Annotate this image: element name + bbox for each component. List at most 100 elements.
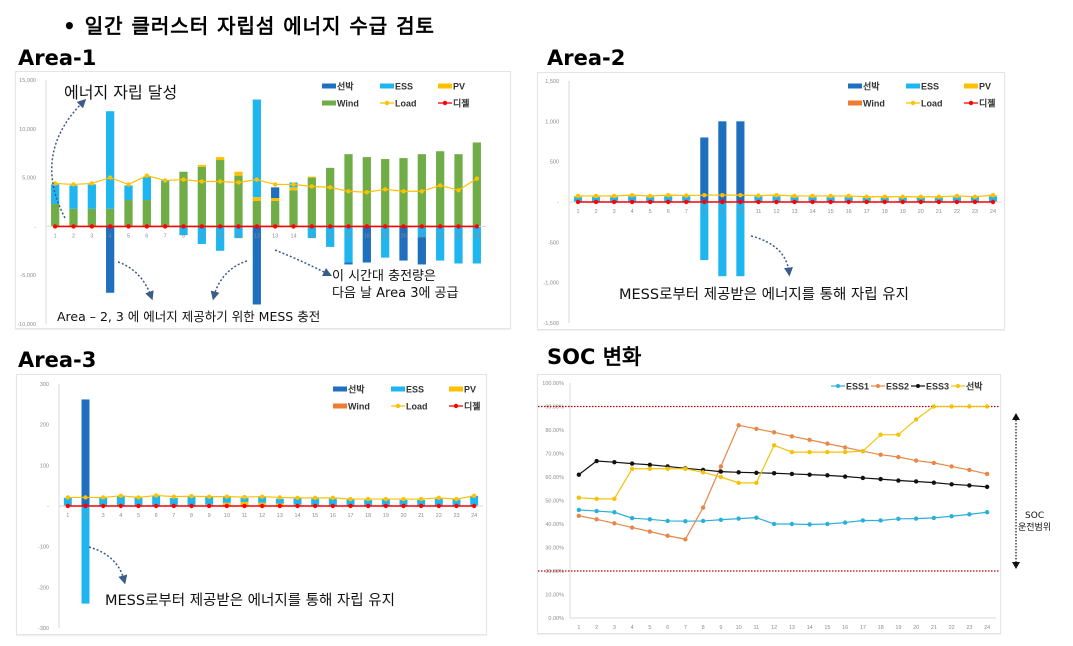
point-ESS2-1 (576, 513, 582, 518)
point-ESS1-5 (647, 517, 653, 522)
x-tick-label: 22 (954, 209, 960, 215)
section-title-area1: Area-1 (18, 46, 97, 70)
x-tick-label: 16 (842, 625, 848, 631)
point-디젤-4 (629, 199, 635, 205)
point-ESS3-12 (771, 471, 777, 476)
page-title: • 일간 클러스터 자립섬 에너지 수급 검토 (63, 14, 435, 38)
point-디젤-7 (684, 199, 689, 205)
legend-marker-ESS3 (916, 384, 920, 388)
point-Load-10 (738, 192, 743, 198)
x-tick-label: 4 (109, 233, 112, 239)
soc-range-line2: 운전범위 (1018, 523, 1052, 533)
legend-marker-Load (384, 100, 390, 106)
point-디젤-21 (419, 224, 425, 229)
bar-ESS-2 (69, 185, 78, 209)
bar-Wind-7 (161, 182, 170, 227)
point-디젤-5 (647, 199, 653, 205)
point-디젤-17 (346, 224, 351, 229)
point-Load-23 (454, 496, 459, 502)
point-Load-6 (666, 192, 671, 198)
point-ESS3-14 (807, 472, 812, 477)
point-ESS2-16 (842, 445, 848, 450)
point-ESS3-13 (789, 471, 795, 477)
x-tick-label: 14 (294, 513, 300, 519)
point-Load-8 (181, 177, 186, 182)
legend-label-PV: PV (453, 82, 465, 92)
point-ESS2-2 (594, 517, 599, 522)
legend-label-Wind: Wind (337, 99, 359, 109)
y-tick-label: 50.00% (545, 499, 564, 505)
point-디젤-14 (295, 503, 300, 509)
legend-swatch-PV (438, 83, 452, 89)
point-ESS2-20 (913, 458, 919, 463)
point-디젤-12 (254, 224, 260, 229)
point-Load-15 (312, 495, 318, 501)
point-선박-3 (612, 496, 617, 502)
bar-PV-14 (289, 187, 298, 191)
point-Load-21 (936, 194, 942, 199)
y-tick-label: 15,000 (19, 78, 36, 84)
point-ESS3-11 (754, 470, 759, 475)
x-tick-label: 20 (913, 625, 919, 631)
bar-선박-8 (700, 137, 709, 202)
legend-marker-ESS1 (836, 384, 840, 388)
point-ESS2-7 (683, 537, 688, 542)
point-디젤-2 (83, 503, 88, 509)
x-tick-label: 24 (474, 233, 480, 239)
point-Load-13 (792, 193, 797, 199)
point-디젤-17 (864, 199, 869, 205)
x-tick-label: 8 (703, 209, 706, 215)
point-ESS3-3 (612, 459, 617, 465)
x-tick-label: 6 (666, 625, 669, 631)
point-선박-18 (878, 432, 883, 437)
legend-label-ESS: ESS (921, 82, 939, 92)
x-tick-label: 18 (364, 233, 370, 239)
x-tick-label: 15 (824, 625, 830, 631)
x-tick-label: 21 (931, 625, 937, 631)
point-Load-10 (217, 179, 223, 184)
point-디젤-19 (383, 503, 389, 509)
point-ESS3-20 (913, 479, 919, 484)
bar-PV-12 (252, 197, 261, 202)
legend-marker-ESS2 (876, 384, 880, 388)
point-Load-5 (126, 182, 131, 187)
section-title-area3: Area-3 (18, 348, 97, 372)
point-디젤-22 (954, 199, 960, 205)
x-tick-label: 19 (382, 233, 388, 239)
point-선박-11 (754, 480, 759, 486)
legend-swatch-Wind (333, 403, 347, 409)
point-Load-12 (259, 494, 265, 499)
point-Load-20 (401, 189, 406, 194)
x-tick-label: 4 (631, 625, 634, 631)
point-ESS1-14 (807, 522, 812, 527)
y-tick-label: -100 (38, 545, 49, 551)
point-선박-7 (683, 466, 688, 471)
y-tick-label: -5,000 (20, 273, 36, 279)
bar-Wind-14 (289, 190, 298, 227)
point-디젤-9 (720, 199, 725, 205)
point-디젤-13 (272, 224, 278, 229)
point-Load-18 (364, 190, 370, 195)
y-tick-label: 80.00% (545, 428, 564, 434)
x-tick-label: 10 (224, 513, 230, 519)
point-선박-23 (967, 404, 972, 409)
bar-Wind-12 (252, 201, 261, 227)
legend-label-Load: Load (406, 402, 428, 412)
point-Load-11 (236, 180, 241, 185)
point-ESS2-15 (825, 441, 830, 446)
x-tick-label: 2 (595, 625, 598, 631)
point-Load-2 (71, 182, 76, 187)
point-ESS2-19 (896, 454, 901, 460)
annotation-self-sufficiency: 에너지 자립 달성 (64, 83, 178, 102)
y-tick-label: -300 (38, 626, 49, 632)
bar-ESS-17 (344, 226, 353, 263)
point-디젤-11 (756, 199, 761, 205)
bar-Wind-19 (381, 159, 390, 227)
point-Load-13 (272, 182, 278, 187)
bar-PV-9 (197, 164, 206, 167)
point-ESS2-11 (754, 426, 759, 432)
point-Load-24 (474, 176, 480, 181)
point-선박-21 (931, 404, 937, 409)
legend-label-ESS3: ESS3 (926, 382, 949, 392)
x-tick-label: 17 (860, 625, 866, 631)
